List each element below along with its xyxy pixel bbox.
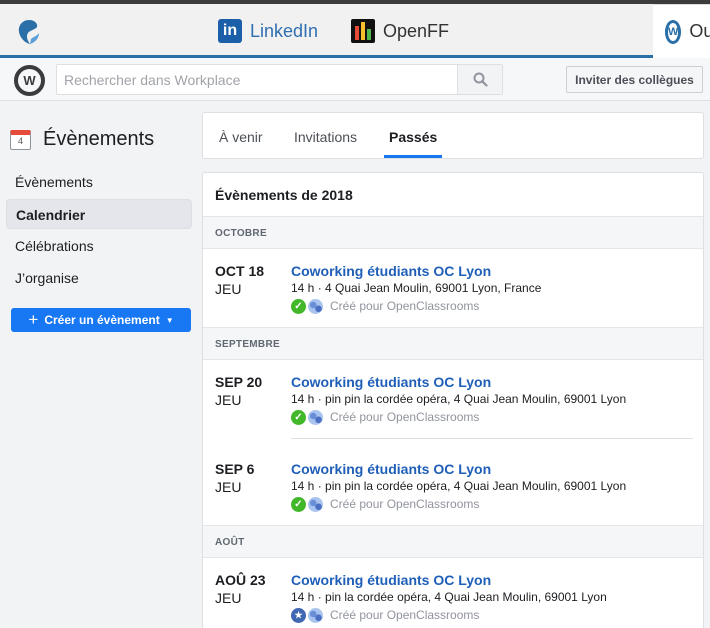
event-weekday: JEU xyxy=(215,281,242,297)
group-avatar-icon xyxy=(308,607,323,623)
event-date: SEP 20 xyxy=(215,374,263,390)
event-title-link[interactable]: Coworking étudiants OC Lyon xyxy=(291,263,491,279)
event-created-for: Créé pour OpenClassrooms xyxy=(330,410,480,424)
event-item: SEP 6 JEU Coworking étudiants OC Lyon 14… xyxy=(203,461,703,531)
event-meta: ✓ Créé pour OpenClassrooms xyxy=(291,496,479,512)
event-weekday: JEU xyxy=(215,479,242,495)
event-divider xyxy=(291,438,693,439)
linkedin-icon: in xyxy=(218,19,242,43)
tab-openff-label: OpenFF xyxy=(383,20,450,41)
event-tabs: À venir Invitations Passés xyxy=(202,112,704,159)
event-details: 14 h · pin pin la cordée opéra, 4 Quai J… xyxy=(291,479,627,493)
event-weekday: JEU xyxy=(215,392,242,408)
event-title-link[interactable]: Coworking étudiants OC Lyon xyxy=(291,374,491,390)
tab-linkedin-label: LinkedIn xyxy=(250,20,319,41)
month-header: AOÛT xyxy=(203,525,703,558)
tab-workplace-label: Ou xyxy=(689,21,710,41)
workplace-pinned-icon[interactable] xyxy=(16,18,42,46)
event-date: AOÛ 23 xyxy=(215,572,266,588)
event-date: SEP 6 xyxy=(215,461,255,477)
sidebar: 4 Évènements Évènements Calendrier Céléb… xyxy=(0,102,200,628)
event-details: 14 h · 4 Quai Jean Moulin, 69001 Lyon, F… xyxy=(291,281,542,295)
openff-icon xyxy=(351,19,375,43)
going-check-icon: ✓ xyxy=(291,298,306,314)
interested-star-icon: ★ xyxy=(291,607,306,623)
events-card: Évènements de 2018 OCTOBRE OCT 18 JEU Co… xyxy=(202,172,704,628)
group-avatar-icon xyxy=(308,496,323,512)
event-created-for: Créé pour OpenClassrooms xyxy=(330,299,480,313)
month-header: OCTOBRE xyxy=(203,216,703,249)
browser-tabbar: in LinkedIn OpenFF W Ou xyxy=(0,4,710,58)
month-label: AOÛT xyxy=(215,537,245,548)
sidebar-item-jorganise[interactable]: J’organise xyxy=(6,263,192,293)
plus-icon: + xyxy=(28,310,39,329)
going-check-icon: ✓ xyxy=(291,409,306,425)
sidebar-item-evenements[interactable]: Évènements xyxy=(6,167,192,197)
event-title-link[interactable]: Coworking étudiants OC Lyon xyxy=(291,572,491,588)
tab-a-venir[interactable]: À venir xyxy=(219,113,263,158)
sidebar-item-calendrier[interactable]: Calendrier xyxy=(6,199,192,229)
search-button[interactable] xyxy=(457,65,502,94)
tab-invitations[interactable]: Invitations xyxy=(294,113,357,158)
search-icon xyxy=(473,72,488,87)
event-meta: ✓ Créé pour OpenClassrooms xyxy=(291,298,479,314)
month-label: OCTOBRE xyxy=(215,228,267,239)
tab-linkedin[interactable]: in LinkedIn xyxy=(218,4,318,58)
workplace-icon: W xyxy=(665,19,682,44)
sidebar-title: Évènements xyxy=(43,128,155,150)
group-avatar-icon xyxy=(308,409,323,425)
month-header: SEPTEMBRE xyxy=(203,327,703,360)
group-avatar-icon xyxy=(308,298,323,314)
caret-down-icon: ▼ xyxy=(165,315,174,325)
going-check-icon: ✓ xyxy=(291,496,306,512)
tab-passes[interactable]: Passés xyxy=(384,113,443,158)
event-created-for: Créé pour OpenClassrooms xyxy=(330,497,480,511)
events-year-title: Évènements de 2018 xyxy=(215,187,353,203)
event-date: OCT 18 xyxy=(215,263,265,279)
invite-colleagues-button[interactable]: Inviter des collègues xyxy=(566,66,703,93)
event-meta: ✓ Créé pour OpenClassrooms xyxy=(291,409,479,425)
event-item: OCT 18 JEU Coworking étudiants OC Lyon 1… xyxy=(203,263,703,333)
calendar-icon: 4 xyxy=(10,130,31,150)
tab-workplace[interactable]: W Ou xyxy=(653,4,710,58)
search-input[interactable] xyxy=(57,65,458,94)
workplace-logo-icon[interactable]: W xyxy=(14,65,45,96)
event-item: SEP 20 JEU Coworking étudiants OC Lyon 1… xyxy=(203,374,703,444)
event-title-link[interactable]: Coworking étudiants OC Lyon xyxy=(291,461,491,477)
create-event-button[interactable]: + Créer un évènement ▼ xyxy=(11,308,191,332)
create-event-label: Créer un évènement xyxy=(44,313,160,327)
event-details: 14 h · pin la cordée opéra, 4 Quai Jean … xyxy=(291,590,607,604)
event-item: AOÛ 23 JEU Coworking étudiants OC Lyon 1… xyxy=(203,572,703,628)
sidebar-item-celebrations[interactable]: Célébrations xyxy=(6,231,192,261)
event-weekday: JEU xyxy=(215,590,242,606)
event-details: 14 h · pin pin la cordée opéra, 4 Quai J… xyxy=(291,392,627,406)
event-created-for: Créé pour OpenClassrooms xyxy=(330,608,480,622)
search-box xyxy=(56,64,503,95)
tab-openff[interactable]: OpenFF xyxy=(351,4,449,58)
event-meta: ★ Créé pour OpenClassrooms xyxy=(291,607,479,623)
month-label: SEPTEMBRE xyxy=(215,339,280,350)
app-header: W Inviter des collègues xyxy=(0,58,710,101)
